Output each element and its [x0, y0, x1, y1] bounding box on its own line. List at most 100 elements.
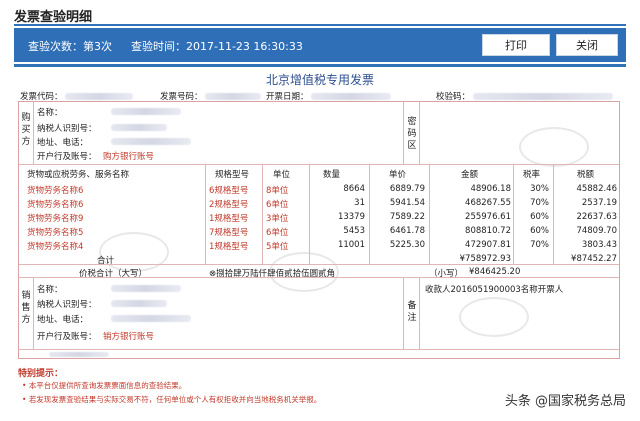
check-count: 查验次数：第3次	[28, 40, 112, 53]
price-tax-total-upper: ⊗捌拾肆万陆仟肆佰贰拾伍圆贰角	[209, 269, 336, 279]
item-tax: 22637.63	[576, 212, 617, 222]
invoice-title: 北京增值税专用发票	[265, 73, 374, 87]
invoice-number-redacted	[205, 93, 262, 100]
invoice-date-redacted	[311, 93, 392, 100]
buyer-tax-id-label: 纳税人识别号：	[37, 124, 97, 134]
item-tax-rate: 60%	[530, 212, 549, 222]
item-tax-rate: 70%	[530, 240, 549, 250]
item-spec: 7规格型号	[209, 228, 249, 238]
buyer-tax-id-redacted	[111, 124, 167, 131]
seller-side-label: 销售方	[21, 291, 31, 325]
item-spec: 1规格型号	[209, 214, 249, 224]
item-tax: 45882.46	[576, 184, 617, 194]
item-unit: 6单位	[266, 200, 289, 210]
item-amount: 468267.55	[465, 198, 511, 208]
page-title: 发票查验明细	[14, 10, 93, 25]
item-tax-rate: 70%	[530, 198, 549, 208]
source-watermark: 头条 @国家税务总局	[504, 394, 626, 409]
remarks-label: 备注	[407, 301, 417, 323]
item-name: 货物劳务名称6	[27, 186, 84, 196]
tax-bureau-stamp-watermark	[519, 127, 589, 167]
item-unit: 5单位	[266, 242, 289, 252]
col-header-spec: 规格型号	[215, 170, 250, 180]
col-header-unit: 单位	[273, 170, 291, 180]
item-amount: 255976.61	[465, 212, 511, 222]
item-tax-rate: 30%	[530, 184, 549, 194]
item-spec: 1规格型号	[209, 242, 249, 252]
note-item: • 本平台仅提供所查询发票票面信息的查验结果。	[22, 381, 187, 390]
seller-tax-id-redacted	[111, 300, 167, 307]
buyer-bank-value: 购方银行账号	[103, 152, 155, 162]
item-unit-price: 5941.54	[389, 198, 425, 208]
invoice-code-redacted	[65, 93, 134, 100]
col-header-name: 货物或应税劳务、服务名称	[27, 170, 130, 180]
item-tax: 3803.43	[581, 240, 617, 250]
note-item: • 若发现发票查验结果与实际交易不符，任何单位或个人有权拒收并向当地税务机关举报…	[22, 395, 322, 404]
item-amount: 48906.18	[470, 184, 511, 194]
buyer-address-redacted	[111, 138, 191, 145]
remarks-value: 收款人2016051900003名称开票人	[425, 285, 564, 295]
col-header-tax-rate: 税率	[523, 170, 541, 180]
item-tax: 74809.70	[576, 226, 617, 236]
buyer-name-redacted	[111, 108, 181, 115]
seller-bank-value: 销方银行账号	[103, 332, 155, 342]
close-button[interactable]: 关闭	[556, 34, 618, 56]
item-unit: 8单位	[266, 186, 289, 196]
invoice-top-border	[14, 64, 626, 67]
item-amount: 808810.72	[465, 226, 511, 236]
col-header-unit-price: 单价	[389, 170, 407, 180]
seller-bank-label: 开户行及账号：	[37, 332, 97, 342]
toolbar: 查验次数：第3次 查验时间：2017-11-23 16:30:33 打印 关闭	[14, 28, 626, 62]
item-unit: 3单位	[266, 214, 289, 224]
item-name: 货物劳务名称9	[27, 214, 84, 224]
total-amount: ¥758972.93	[459, 254, 511, 264]
check-time: 查验时间：2017-11-23 16:30:33	[131, 40, 303, 53]
item-spec: 2规格型号	[209, 200, 249, 210]
invoice-table: 购买方 名称： 纳税人识别号： 地址、电话： 开户行及账号： 购方银行账号 密码…	[18, 101, 620, 359]
note-text: 若发现发票查验结果与实际交易不符，任何单位或个人有权拒收并向当地税务机关举报。	[28, 395, 322, 404]
title-divider	[14, 24, 626, 26]
item-unit-price: 6461.78	[389, 226, 425, 236]
seller-name-label: 名称：	[37, 285, 63, 295]
item-quantity: 11001	[337, 240, 365, 250]
seller-address-label: 地址、电话：	[37, 315, 89, 325]
price-tax-total-label: 价税合计（大写）	[79, 269, 148, 279]
print-button[interactable]: 打印	[482, 34, 550, 56]
seller-address-redacted	[111, 315, 191, 322]
price-tax-total-lower-label: （小写）	[429, 269, 464, 279]
tax-bureau-stamp-watermark	[99, 232, 169, 272]
tax-bureau-stamp-watermark	[459, 297, 529, 337]
buyer-side-label: 购买方	[21, 113, 31, 147]
item-tax-rate: 60%	[530, 226, 549, 236]
buyer-name-label: 名称：	[37, 108, 63, 118]
total-label: 合计	[97, 256, 115, 266]
col-header-amount: 金额	[461, 170, 479, 180]
cipher-area-label: 密码区	[407, 117, 417, 151]
col-header-tax: 税额	[577, 170, 595, 180]
check-code-redacted	[472, 93, 613, 100]
item-unit-price: 5225.30	[389, 240, 425, 250]
seller-tax-id-label: 纳税人识别号：	[37, 300, 97, 310]
buyer-address-label: 地址、电话：	[37, 138, 89, 148]
item-amount: 472907.81	[465, 240, 511, 250]
payee-redacted	[49, 352, 109, 357]
item-quantity: 13379	[337, 212, 365, 222]
buyer-bank-label: 开户行及账号：	[37, 152, 97, 162]
item-quantity: 31	[354, 198, 365, 208]
item-unit-price: 6889.79	[389, 184, 425, 194]
col-header-quantity: 数量	[323, 170, 341, 180]
seller-name-redacted	[111, 285, 181, 292]
notes-title: 特别提示：	[18, 369, 64, 379]
item-name: 货物劳务名称6	[27, 200, 84, 210]
item-name: 货物劳务名称5	[27, 228, 84, 238]
item-quantity: 5453	[343, 226, 365, 236]
price-tax-total-lower: ¥846425.20	[469, 267, 521, 277]
item-name: 货物劳务名称4	[27, 242, 84, 252]
note-text: 本平台仅提供所查询发票票面信息的查验结果。	[28, 381, 187, 390]
total-tax: ¥87452.27	[571, 254, 617, 264]
item-spec: 6规格型号	[209, 186, 249, 196]
item-unit-price: 7589.22	[389, 212, 425, 222]
item-quantity: 8664	[343, 184, 365, 194]
item-unit: 6单位	[266, 228, 289, 238]
item-tax: 2537.19	[581, 198, 617, 208]
